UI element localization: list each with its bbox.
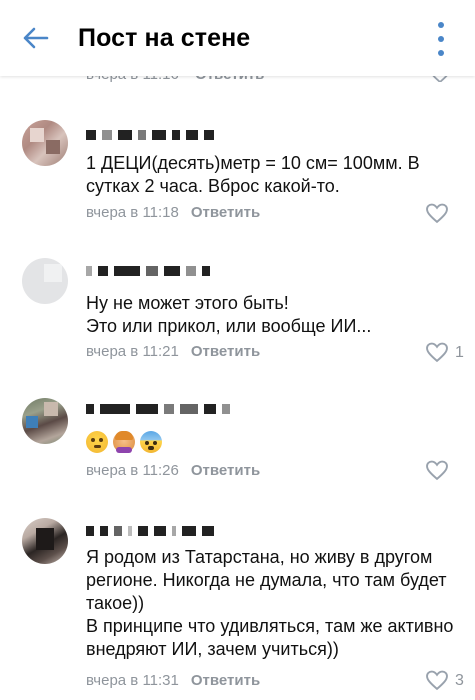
reply-button[interactable]: Ответить <box>191 672 260 689</box>
author-name-redacted[interactable] <box>86 402 230 416</box>
avatar[interactable] <box>22 518 68 564</box>
like-button[interactable] <box>425 460 455 481</box>
like-count: 3 <box>455 671 464 689</box>
author-name-redacted[interactable] <box>86 128 214 142</box>
heart-icon <box>426 342 448 363</box>
flushed-face-icon <box>86 431 108 453</box>
more-vertical-icon[interactable] <box>431 22 451 56</box>
comment-time: вчера в 11:26 <box>86 462 179 479</box>
comment-item: Ну не может этого быть! Это или прикол, … <box>0 250 475 370</box>
top-bar: Пост на стене <box>0 0 475 76</box>
comment-time: вчера в 11:21 <box>86 343 179 360</box>
comment-text: Ну не может этого быть! Это или прикол, … <box>86 293 372 336</box>
comment-item: вчера в 11:26 Ответить <box>0 390 475 500</box>
page-title: Пост на стене <box>78 23 251 52</box>
woman-facepalming-icon <box>113 431 135 453</box>
comment-item: 1 ДЕЦИ(десять)метр = 10 см= 100мм. В сут… <box>0 110 475 230</box>
like-button[interactable] <box>425 203 455 224</box>
reply-button[interactable]: Ответить <box>191 343 260 360</box>
anxious-face-icon <box>140 431 162 453</box>
comment-time: вчера в 11:31 <box>86 672 179 689</box>
author-name-redacted[interactable] <box>86 524 214 538</box>
back-button[interactable] <box>0 0 70 76</box>
like-button[interactable]: 3 <box>425 670 464 691</box>
comment-text: 1 ДЕЦИ(десять)метр = 10 см= 100мм. В сут… <box>86 153 420 196</box>
like-count: 1 <box>455 343 464 361</box>
heart-icon <box>426 460 448 481</box>
heart-icon <box>426 203 448 224</box>
reply-button[interactable]: Ответить <box>191 462 260 479</box>
like-button[interactable]: 1 <box>425 342 464 363</box>
heart-icon <box>426 670 448 691</box>
comment-time: вчера в 11:18 <box>86 204 179 221</box>
reply-button[interactable]: Ответить <box>191 204 260 221</box>
arrow-left-icon <box>23 27 49 49</box>
author-name-redacted[interactable] <box>86 264 210 278</box>
avatar[interactable] <box>22 120 68 166</box>
emoji-row <box>86 430 167 454</box>
comment-item: Я родом из Татарстана, но живу в другом … <box>0 510 475 700</box>
avatar[interactable] <box>22 258 68 304</box>
avatar[interactable] <box>22 398 68 444</box>
comment-text: Я родом из Татарстана, но живу в другом … <box>86 547 454 659</box>
